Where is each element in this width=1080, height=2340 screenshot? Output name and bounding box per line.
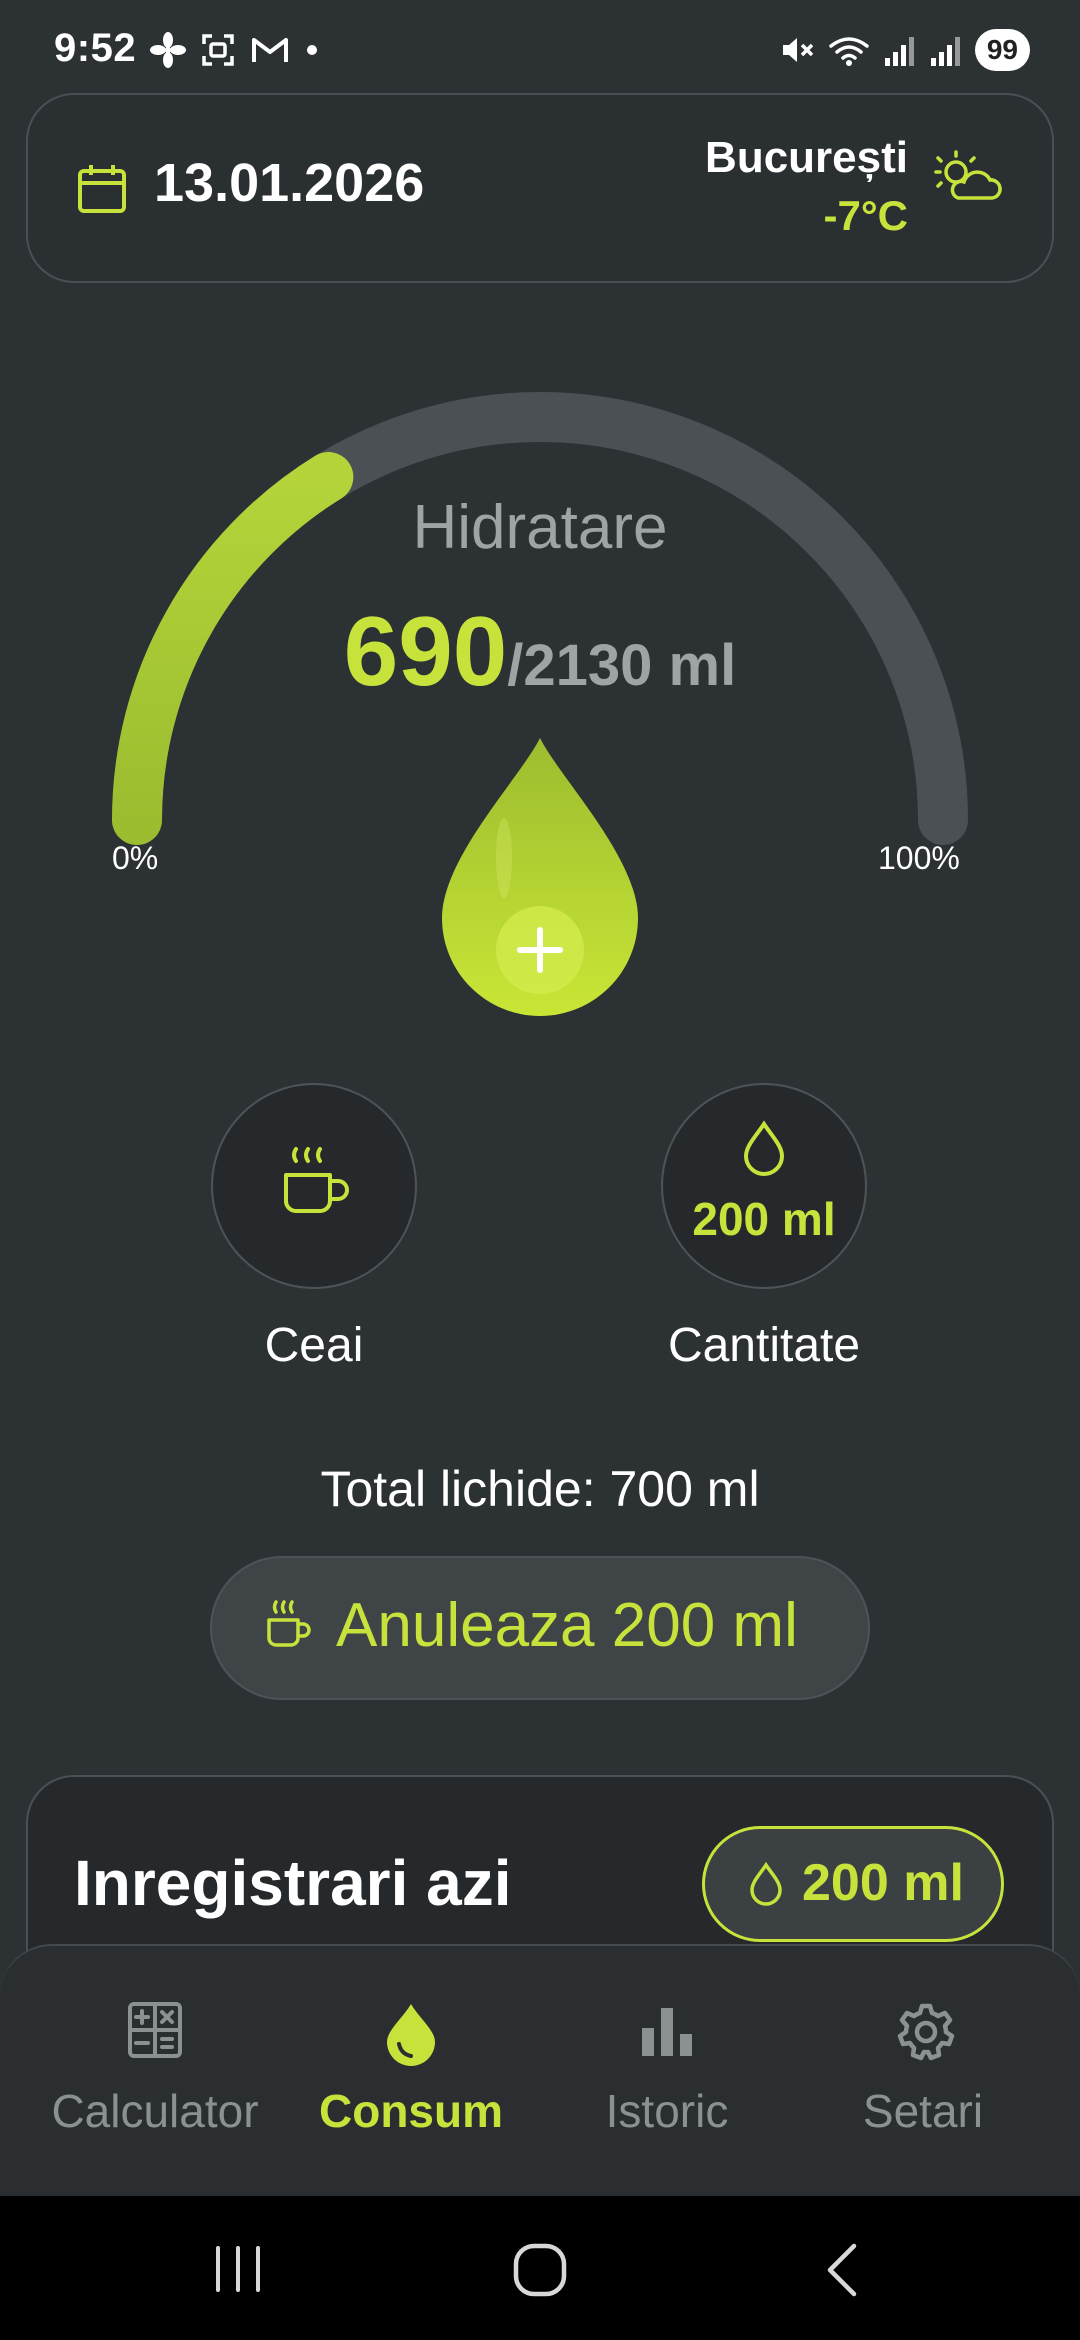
gauge-value-row: 690/2130 ml xyxy=(0,595,1080,708)
nav-setari-label: Setari xyxy=(862,2085,984,2137)
nav-istoric[interactable]: Istoric xyxy=(532,1944,802,2196)
gmail-icon xyxy=(252,38,288,62)
nav-consum-label: Consum xyxy=(319,2085,503,2137)
nav-setari[interactable]: Setari xyxy=(788,1944,1058,2196)
quantity-value: 200 ml xyxy=(692,1193,836,1245)
gauge-min-label: 0% xyxy=(112,840,159,876)
drop-icon xyxy=(743,1120,785,1176)
nav-istoric-label: Istoric xyxy=(605,2085,729,2137)
calendar-icon[interactable] xyxy=(76,163,128,215)
status-notification-icons xyxy=(150,28,320,72)
date-text[interactable]: 13.01.2026 xyxy=(154,152,424,214)
undo-label: Anuleaza 200 ml xyxy=(336,1591,798,1660)
home-icon[interactable] xyxy=(510,2240,570,2300)
screenshot-icon xyxy=(202,34,234,66)
drop-icon xyxy=(387,2004,435,2066)
records-amount: 200 ml xyxy=(802,1854,964,1912)
records-title: Inregistrari azi xyxy=(74,1847,512,1919)
fan-icon xyxy=(150,32,186,68)
bar-chart-icon xyxy=(642,2008,692,2056)
nav-calculator-label: Calculator xyxy=(51,2085,259,2137)
back-icon[interactable] xyxy=(822,2242,862,2298)
signal-2-icon xyxy=(930,37,960,66)
quantity-button[interactable] xyxy=(661,1083,867,1289)
drop-icon xyxy=(750,1862,782,1906)
nav-calculator[interactable]: Calculator xyxy=(20,1944,290,2196)
quantity-label: Cantitate xyxy=(667,1319,861,1372)
nav-consum[interactable]: Consum xyxy=(276,1944,546,2196)
partly-cloudy-icon xyxy=(934,150,1002,200)
add-drink-drop-button[interactable] xyxy=(440,738,640,1016)
city-name: București xyxy=(705,133,908,182)
gauge-target: /2130 ml xyxy=(507,633,737,698)
status-time: 9:52 xyxy=(54,26,137,70)
gauge-max-label: 100% xyxy=(878,840,960,876)
signal-1-icon xyxy=(884,37,914,66)
temperature: -7°C xyxy=(823,192,908,239)
gauge-current-value: 690 xyxy=(343,596,508,706)
status-system-icons: 99 xyxy=(779,28,1030,72)
dot-icon xyxy=(307,45,317,55)
gear-icon xyxy=(897,2003,955,2061)
battery-level: 99 xyxy=(974,29,1030,71)
tea-cup-icon xyxy=(267,1600,311,1647)
total-liquids: Total lichide: 700 ml xyxy=(320,1461,760,1517)
tea-cup-icon xyxy=(284,1147,349,1213)
mute-icon xyxy=(782,38,814,62)
recent-apps-icon[interactable] xyxy=(212,2244,264,2294)
wifi-icon xyxy=(829,37,869,66)
gauge-title: Hidratare xyxy=(412,493,668,562)
calculator-icon xyxy=(128,2002,182,2058)
drink-type-label: Ceai xyxy=(264,1319,364,1372)
